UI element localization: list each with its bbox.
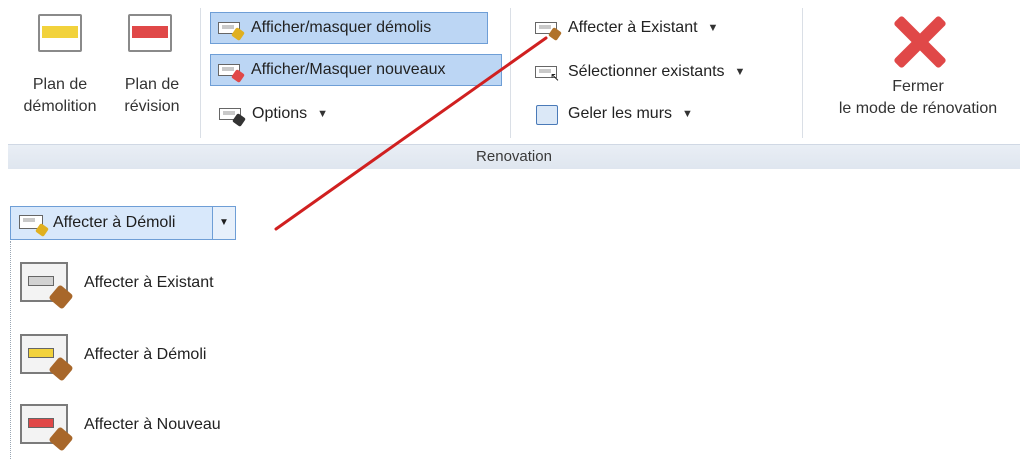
revision-plan-button[interactable]: Plan de révision xyxy=(112,10,192,128)
assign-demolished-split-button[interactable]: Affecter à Démoli ▼ xyxy=(10,206,236,240)
select-existing-button[interactable]: ↖ Sélectionner existants ▼ xyxy=(528,56,753,88)
options-button[interactable]: Options ▼ xyxy=(212,98,336,130)
demolition-plan-label-2: démolition xyxy=(23,98,97,115)
assign-demolished-split-label: Affecter à Démoli xyxy=(53,214,176,231)
assign-existing-button[interactable]: Affecter à Existant ▼ xyxy=(528,12,726,44)
select-existing-label: Sélectionner existants xyxy=(568,63,725,80)
renovation-ribbon: Plan de démolition Plan de révision Affi… xyxy=(0,0,1025,172)
close-label-1: Fermer xyxy=(892,78,944,95)
ribbon-panel-title: Renovation xyxy=(8,144,1020,169)
menu-item-label: Affecter à Existant xyxy=(84,274,214,291)
toggle-demolished-button[interactable]: Afficher/masquer démolis xyxy=(210,12,488,44)
menu-item-assign-demolished[interactable]: Affecter à Démoli xyxy=(18,330,207,382)
select-existing-caret-icon: ▼ xyxy=(734,66,746,78)
menu-item-label: Affecter à Nouveau xyxy=(84,416,221,433)
close-renovation-button[interactable]: Fermer le mode de rénovation xyxy=(818,12,1018,120)
freeze-walls-icon xyxy=(534,103,560,125)
options-icon xyxy=(218,103,246,127)
revision-plan-label-1: Plan de xyxy=(124,76,180,93)
menu-item-assign-existing[interactable]: Affecter à Existant xyxy=(18,258,214,310)
ribbon-separator xyxy=(200,8,201,138)
menu-item-label: Affecter à Démoli xyxy=(84,346,207,363)
freeze-walls-button[interactable]: Geler les murs ▼ xyxy=(528,98,701,130)
freeze-walls-label: Geler les murs xyxy=(568,105,673,122)
assign-existing-large-icon xyxy=(18,260,74,310)
ribbon-separator xyxy=(802,8,803,138)
freeze-walls-caret-icon: ▼ xyxy=(682,108,693,120)
assign-demolished-small-icon xyxy=(17,211,49,237)
assign-new-large-icon xyxy=(18,402,74,452)
demolition-plan-icon xyxy=(38,14,82,52)
revision-plan-icon xyxy=(128,14,172,52)
revision-plan-label-2: révision xyxy=(124,98,180,115)
toggle-new-icon xyxy=(217,59,245,83)
assign-existing-icon xyxy=(534,17,562,41)
close-label-2: le mode de rénovation xyxy=(838,100,998,117)
toggle-new-label: Afficher/Masquer nouveaux xyxy=(251,61,446,78)
toggle-demolished-icon xyxy=(217,17,245,41)
menu-item-assign-new[interactable]: Affecter à Nouveau xyxy=(18,400,221,452)
assign-demolished-large-icon xyxy=(18,332,74,382)
assign-existing-caret-icon: ▼ xyxy=(707,22,719,34)
demolition-plan-label-1: Plan de xyxy=(32,76,88,93)
assign-existing-label: Affecter à Existant xyxy=(568,19,698,36)
options-caret-icon: ▼ xyxy=(317,108,329,120)
toggle-demolished-label: Afficher/masquer démolis xyxy=(251,19,432,36)
close-icon xyxy=(888,12,948,72)
dropdown-menu-border xyxy=(10,241,12,459)
ribbon-separator xyxy=(510,8,511,138)
toggle-new-button[interactable]: Afficher/Masquer nouveaux xyxy=(210,54,502,86)
select-existing-icon: ↖ xyxy=(534,61,560,83)
options-label: Options xyxy=(252,105,308,122)
demolition-plan-button[interactable]: Plan de démolition xyxy=(10,10,110,128)
chevron-down-icon[interactable]: ▼ xyxy=(212,207,235,239)
